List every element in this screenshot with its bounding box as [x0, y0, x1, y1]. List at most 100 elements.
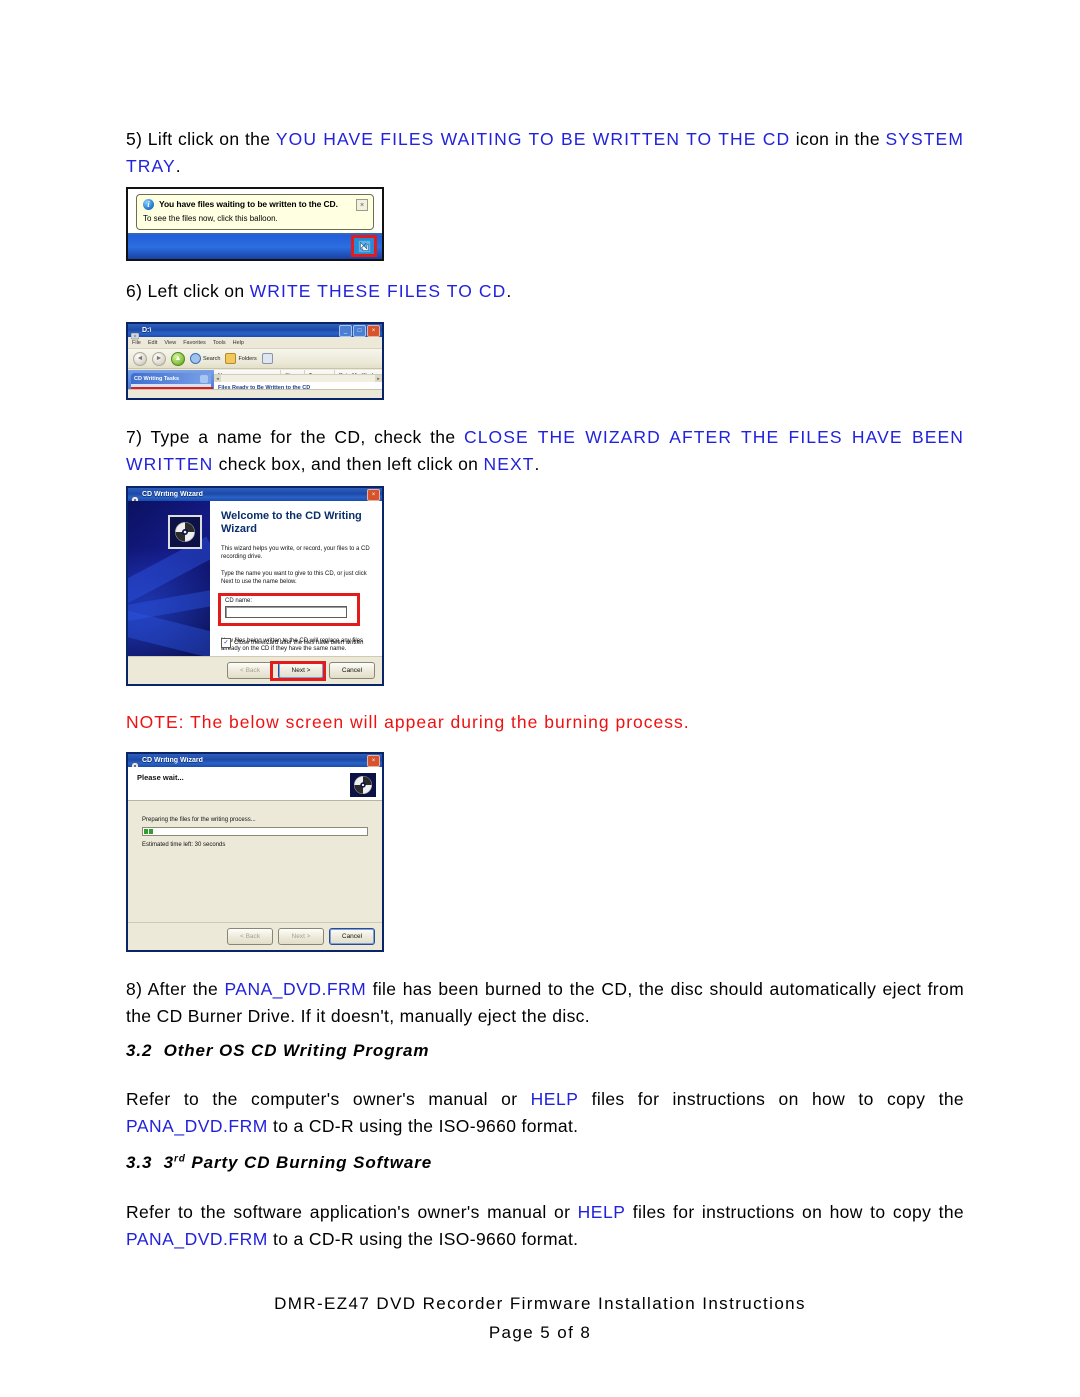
step-5-middle: icon in the: [790, 129, 886, 149]
back-button: < Back: [227, 662, 273, 679]
s33-mid: files for instructions on how to copy th…: [625, 1202, 965, 1222]
explorer-window: D:\ _ □ × File Edit View Favorites Tools…: [126, 322, 384, 400]
menu-item-tools[interactable]: Tools: [213, 340, 226, 346]
step-7-paragraph: 7) Type a name for the CD, check the CLO…: [126, 424, 964, 478]
scroll-left-icon[interactable]: ◄: [214, 375, 221, 382]
step-7-middle: check box, and then left click on: [213, 454, 484, 474]
cd-wizard-icon: [131, 757, 139, 770]
maximize-icon[interactable]: □: [353, 324, 366, 337]
screenshot-cd-writing-wizard: CD Writing Wizard × Welcome to the CD Wr…: [126, 486, 384, 686]
progress-header: Please wait...: [128, 767, 382, 801]
cd-name-input[interactable]: [225, 606, 347, 618]
explorer-menu-bar: File Edit View Favorites Tools Help: [128, 337, 382, 349]
section-3-3-title-sup: rd: [173, 1153, 186, 1165]
drive-icon: [130, 327, 140, 339]
cd-writing-tasks-header[interactable]: CD Writing Tasks: [131, 373, 211, 384]
document-page: 5) Lift click on the YOU HAVE FILES WAIT…: [0, 0, 1080, 1397]
s33-suffix: to a CD-R using the ISO-9660 format.: [267, 1229, 579, 1249]
views-icon: [261, 353, 273, 364]
menu-item-view[interactable]: View: [164, 340, 176, 346]
balloon-notification[interactable]: i You have files waiting to be written t…: [136, 194, 374, 230]
s33-help-highlight: HELP: [577, 1202, 626, 1222]
explorer-toolbar: ◄ ► ▲ Search Folders: [128, 349, 382, 369]
cd-burn-tray-icon[interactable]: [358, 240, 371, 253]
section-3-3-title-num: 3: [163, 1153, 174, 1172]
menu-item-favorites[interactable]: Favorites: [183, 340, 206, 346]
explorer-file-list: Name Size Type Date Modified Files Ready…: [214, 370, 382, 398]
chevron-up-icon[interactable]: [200, 374, 208, 383]
step-7-suffix: .: [534, 454, 540, 474]
step-7-prefix: 7) Type a name for the CD, check the: [126, 427, 464, 447]
cancel-button[interactable]: Cancel: [329, 928, 375, 945]
s32-mid: files for instructions on how to copy th…: [578, 1089, 964, 1109]
step-6-prefix: 6) Left click on: [126, 281, 250, 301]
step-5-highlight-you-have-files: YOU HAVE FILES WAITING TO BE WRITTEN TO …: [275, 129, 791, 149]
search-icon: [190, 353, 201, 364]
close-wizard-checkbox[interactable]: ✓: [221, 638, 231, 648]
s32-help-highlight: HELP: [530, 1089, 579, 1109]
back-button: < Back: [227, 928, 273, 945]
explorer-body: CD Writing Tasks Write these files to CD…: [128, 370, 382, 398]
step-5-suffix: .: [175, 156, 181, 176]
section-3-2-number: 3.2: [126, 1041, 153, 1060]
forward-icon[interactable]: ►: [152, 351, 166, 366]
row-type: FRM File: [306, 399, 336, 400]
up-icon[interactable]: ▲: [171, 351, 185, 366]
s33-prefix: Refer to the software application's owne…: [126, 1202, 578, 1222]
section-3-3-body: Refer to the software application's owne…: [126, 1199, 964, 1253]
horizontal-scrollbar[interactable]: ◄ ►: [214, 374, 382, 382]
screenshot-explorer-write-files: D:\ _ □ × File Edit View Favorites Tools…: [126, 322, 384, 400]
section-3-2-title: Other OS CD Writing Program: [163, 1041, 430, 1060]
cd-writing-tasks-title: CD Writing Tasks: [134, 375, 180, 382]
tray-cd-burn-highlight-box: [351, 235, 377, 257]
views-button[interactable]: [261, 353, 273, 364]
wizard-window: CD Writing Wizard × Welcome to the CD Wr…: [126, 486, 384, 686]
menu-item-edit[interactable]: Edit: [148, 340, 157, 346]
menu-item-help[interactable]: Help: [233, 340, 244, 346]
cancel-button[interactable]: Cancel: [329, 662, 375, 679]
cd-wizard-icon: [131, 491, 139, 504]
progress-bar-fill: [144, 829, 153, 834]
cd-disc-badge: [350, 773, 376, 797]
info-icon: i: [143, 199, 154, 210]
explorer-title-bar: D:\ _ □ ×: [128, 324, 382, 339]
wizard-title-text: CD Writing Wizard: [142, 491, 203, 498]
progress-estimate-text: Estimated time left: 30 seconds: [142, 842, 226, 848]
progress-footer-buttons: < Back Next > Cancel: [128, 922, 382, 950]
scroll-right-icon[interactable]: ►: [375, 375, 382, 382]
s32-file-highlight: PANA_DVD.FRM: [126, 1116, 268, 1136]
wizard-heading: Welcome to the CD Writing Wizard: [221, 510, 362, 535]
next-button: Next >: [278, 928, 324, 945]
section-heading-3-3: 3.3 3rd Party CD Burning Software: [126, 1153, 432, 1173]
footer-page-number: Page 5 of 8: [488, 1323, 592, 1342]
step-8-prefix: 8) After the: [126, 979, 225, 999]
next-button-highlight-box: [270, 661, 326, 681]
progress-status-text: Preparing the files for the writing proc…: [142, 817, 256, 823]
search-label: Search: [203, 355, 221, 362]
cd-name-label: CD name:: [225, 598, 253, 604]
cd-disc-icon: [174, 521, 196, 543]
wizard-side-banner: [128, 501, 210, 656]
screenshot-cd-writing-progress: CD Writing Wizard × Please wait... Prepa…: [126, 752, 384, 952]
step-8-highlight-pana-dvd-frm: PANA_DVD.FRM: [224, 979, 367, 999]
close-wizard-checkbox-label: Close the wizard after the files have be…: [234, 640, 364, 646]
folders-button[interactable]: Folders: [225, 353, 257, 364]
close-icon[interactable]: ×: [367, 324, 380, 337]
step-6-suffix: .: [506, 281, 512, 301]
section-3-2-body: Refer to the computer's owner's manual o…: [126, 1086, 964, 1140]
search-button[interactable]: Search: [190, 353, 220, 364]
wizard-paragraph-2: Type the name you want to give to this C…: [221, 571, 367, 585]
section-3-3-number: 3.3: [126, 1153, 153, 1172]
balloon-close-icon[interactable]: ×: [356, 199, 368, 211]
close-wizard-checkbox-row[interactable]: ✓ Close the wizard after the files have …: [221, 638, 363, 648]
back-icon[interactable]: ◄: [133, 351, 147, 366]
close-icon[interactable]: ×: [367, 754, 380, 767]
minimize-icon[interactable]: _: [339, 324, 352, 337]
step-6-paragraph: 6) Left click on WRITE THESE FILES TO CD…: [126, 278, 964, 305]
explorer-window-buttons: _ □ ×: [339, 324, 380, 337]
step-6-highlight-write-these-files: WRITE THESE FILES TO CD: [249, 281, 507, 301]
progress-title-bar: CD Writing Wizard ×: [128, 754, 382, 770]
cd-disc-badge: [168, 515, 202, 549]
close-icon[interactable]: ×: [367, 488, 380, 501]
menu-item-file[interactable]: File: [132, 340, 141, 346]
